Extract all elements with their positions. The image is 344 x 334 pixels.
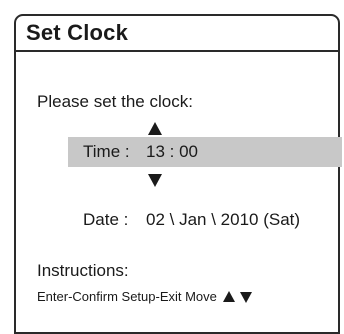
instructions-label: Instructions:	[37, 261, 129, 280]
move-up-icon	[222, 290, 235, 302]
time-label: Time :	[83, 142, 130, 161]
down-arrow-icon[interactable]	[148, 174, 162, 187]
time-field[interactable]: Time : 13 : 00	[68, 137, 342, 167]
prompt-text: Please set the clock:	[37, 92, 193, 111]
date-value[interactable]: 02 \ Jan \ 2010 (Sat)	[146, 210, 300, 230]
date-field[interactable]: Date : 02 \ Jan \ 2010 (Sat)	[68, 205, 342, 235]
time-value[interactable]: 13 : 00	[146, 142, 198, 162]
dialog-title: Set Clock	[26, 20, 129, 45]
move-down-icon	[240, 291, 253, 303]
up-arrow-icon[interactable]	[148, 122, 162, 135]
set-clock-dialog: Set Clock Please set the clock: Time : 1…	[14, 14, 342, 334]
instructions-line: Enter-Confirm Setup-Exit Move	[37, 289, 253, 304]
title-bar: Set Clock	[16, 16, 338, 52]
date-label: Date :	[83, 210, 129, 229]
instructions-text: Enter-Confirm Setup-Exit Move	[37, 289, 217, 304]
